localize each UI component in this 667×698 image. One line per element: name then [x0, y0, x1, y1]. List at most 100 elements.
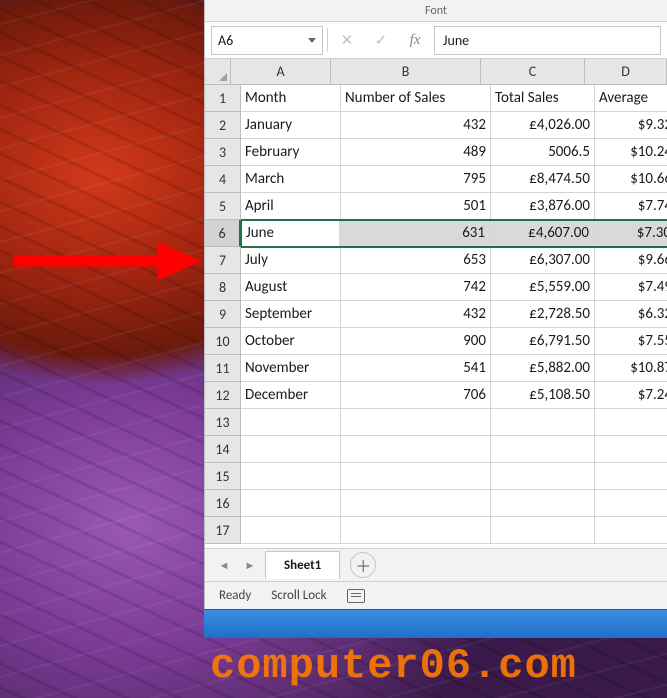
cell[interactable]: $10.87 [595, 355, 667, 382]
cell[interactable]: 631 [340, 220, 490, 247]
cell[interactable] [341, 490, 491, 517]
row-header[interactable]: 7 [205, 247, 241, 274]
row-header[interactable]: 8 [205, 274, 241, 301]
cell[interactable] [241, 436, 341, 463]
cell[interactable] [341, 436, 491, 463]
cell[interactable]: 900 [341, 328, 491, 355]
cell[interactable]: April [241, 193, 341, 220]
cell[interactable] [241, 409, 341, 436]
cell[interactable]: $10.24 [595, 139, 667, 166]
cell[interactable]: 795 [341, 166, 491, 193]
accept-formula-button[interactable]: ✓ [366, 26, 396, 55]
cell[interactable]: December [241, 382, 341, 409]
cell[interactable] [241, 517, 341, 544]
tab-nav-prev[interactable]: ◄ [213, 554, 235, 576]
cancel-formula-button[interactable]: ✕ [332, 26, 362, 55]
cell[interactable]: $7.74 [595, 193, 667, 220]
cell[interactable]: August [241, 274, 341, 301]
cell[interactable] [491, 436, 595, 463]
cell[interactable]: £3,876.00 [491, 193, 595, 220]
cell[interactable]: £6,307.00 [491, 247, 595, 274]
row-header[interactable]: 1 [205, 85, 241, 112]
row-header[interactable]: 3 [205, 139, 241, 166]
cell[interactable] [595, 517, 667, 544]
select-all-corner[interactable] [205, 59, 231, 85]
cell[interactable] [595, 409, 667, 436]
cell[interactable]: £5,882.00 [491, 355, 595, 382]
row-header[interactable]: 9 [205, 301, 241, 328]
cell[interactable] [341, 463, 491, 490]
cell[interactable]: £6,791.50 [491, 328, 595, 355]
cell[interactable]: $9.66 [595, 247, 667, 274]
cell[interactable]: $7.30 [594, 220, 667, 247]
cell[interactable]: £5,559.00 [491, 274, 595, 301]
row-header[interactable]: 13 [205, 409, 241, 436]
cell[interactable]: October [241, 328, 341, 355]
cell[interactable]: Average [595, 85, 667, 112]
col-header-a[interactable]: A [231, 59, 331, 85]
cell[interactable] [341, 409, 491, 436]
cell[interactable] [491, 409, 595, 436]
row-header[interactable]: 4 [205, 166, 241, 193]
cell[interactable]: July [241, 247, 341, 274]
row-header[interactable]: 14 [205, 436, 241, 463]
cell[interactable]: June [240, 220, 340, 247]
row-header[interactable]: 15 [205, 463, 241, 490]
row-header[interactable]: 17 [205, 517, 241, 544]
cell-grid[interactable]: MonthNumber of SalesTotal SalesAverage Ja… [241, 85, 667, 548]
cell[interactable] [595, 490, 667, 517]
cell[interactable]: £4,607.00 [490, 220, 594, 247]
sheet-tab-active[interactable]: Sheet1 [265, 551, 340, 579]
cell[interactable]: 742 [341, 274, 491, 301]
cell[interactable] [241, 463, 341, 490]
formula-input[interactable]: June [434, 26, 661, 55]
macro-record-icon[interactable] [347, 589, 365, 603]
cell[interactable]: 501 [341, 193, 491, 220]
row-header[interactable]: 6 [205, 220, 241, 247]
cell[interactable]: £5,108.50 [491, 382, 595, 409]
cell[interactable]: $7.49 [595, 274, 667, 301]
windows-taskbar[interactable] [204, 609, 667, 638]
cell[interactable]: September [241, 301, 341, 328]
cell[interactable]: £8,474.50 [491, 166, 595, 193]
col-header-b[interactable]: B [331, 59, 481, 85]
cell[interactable] [595, 463, 667, 490]
cell[interactable]: 489 [341, 139, 491, 166]
row-header[interactable]: 10 [205, 328, 241, 355]
cell[interactable]: 653 [341, 247, 491, 274]
name-box[interactable]: A6 [211, 26, 323, 55]
cell[interactable]: November [241, 355, 341, 382]
cell[interactable]: January [241, 112, 341, 139]
cell[interactable] [491, 463, 595, 490]
col-header-c[interactable]: C [481, 59, 585, 85]
cell[interactable]: $7.55 [595, 328, 667, 355]
cell[interactable]: £2,728.50 [491, 301, 595, 328]
cell[interactable] [491, 517, 595, 544]
col-header-d[interactable]: D [585, 59, 667, 85]
cell[interactable]: February [241, 139, 341, 166]
cell[interactable]: 5006.5 [491, 139, 595, 166]
cell[interactable]: 541 [341, 355, 491, 382]
cell[interactable] [491, 490, 595, 517]
tab-nav-next[interactable]: ► [239, 554, 261, 576]
cell[interactable]: $7.24 [595, 382, 667, 409]
row-header[interactable]: 16 [205, 490, 241, 517]
cell[interactable]: Month [241, 85, 341, 112]
new-sheet-button[interactable]: ＋ [350, 552, 376, 578]
row-header[interactable]: 2 [205, 112, 241, 139]
cell[interactable]: $6.32 [595, 301, 667, 328]
cell[interactable]: 432 [341, 301, 491, 328]
cell[interactable]: 432 [341, 112, 491, 139]
cell[interactable]: Number of Sales [341, 85, 491, 112]
cell[interactable]: 706 [341, 382, 491, 409]
insert-function-button[interactable]: fx [400, 26, 430, 55]
row-header[interactable]: 11 [205, 355, 241, 382]
cell[interactable] [595, 436, 667, 463]
cell[interactable] [241, 490, 341, 517]
cell[interactable]: $9.32 [595, 112, 667, 139]
row-header[interactable]: 5 [205, 193, 241, 220]
cell[interactable]: £4,026.00 [491, 112, 595, 139]
cell[interactable]: Total Sales [491, 85, 595, 112]
cell[interactable]: March [241, 166, 341, 193]
row-header[interactable]: 12 [205, 382, 241, 409]
